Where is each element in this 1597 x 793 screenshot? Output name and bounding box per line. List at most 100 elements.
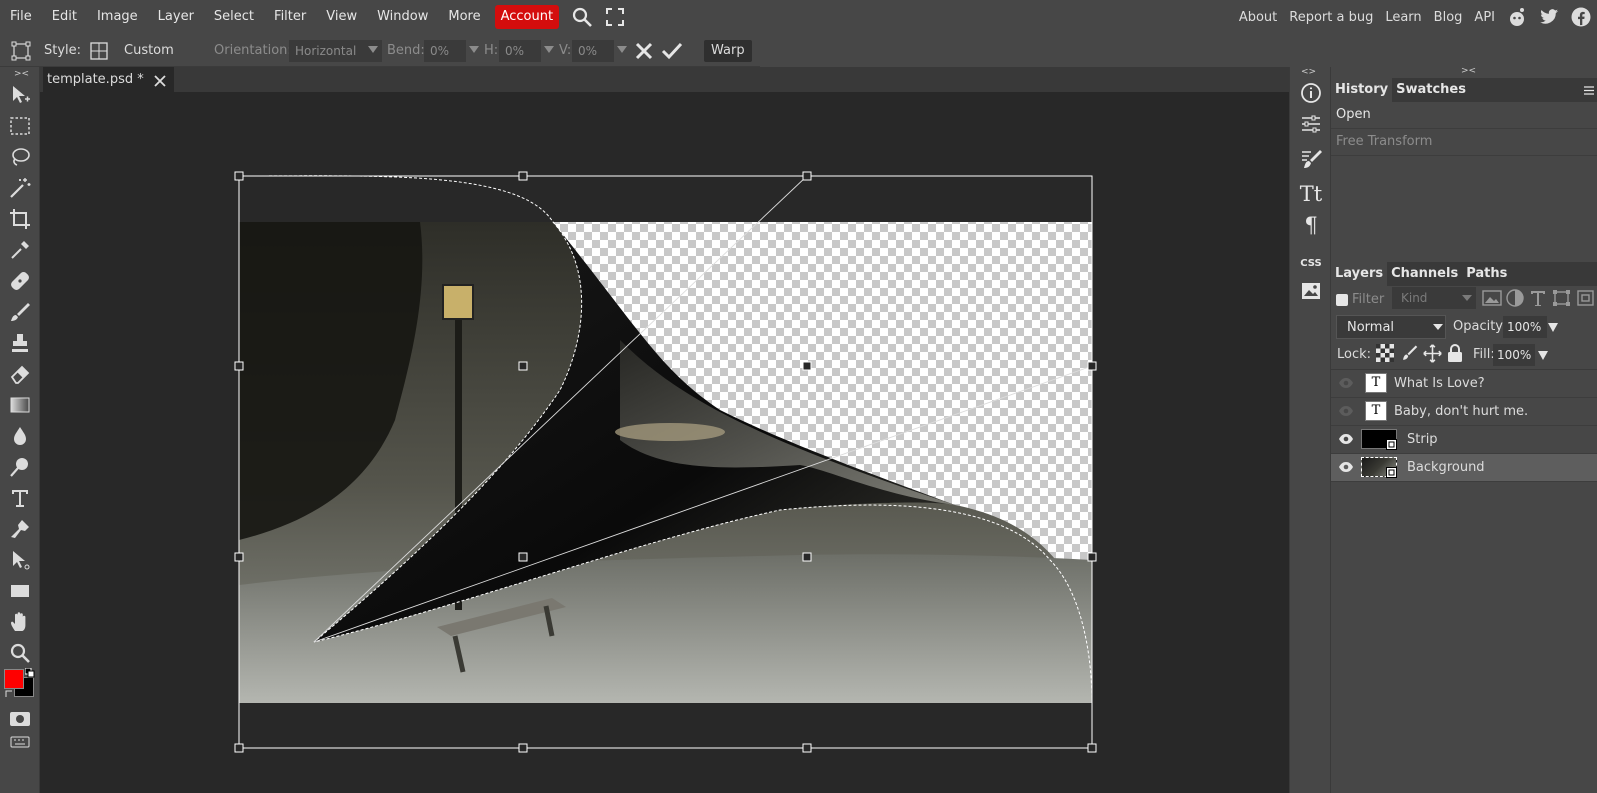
image-panel-icon[interactable] [1299, 279, 1323, 303]
panel-menu-icon[interactable] [1584, 86, 1594, 95]
visibility-eye-icon[interactable] [1338, 433, 1354, 445]
image-filter-icon[interactable] [1482, 290, 1502, 306]
lock-position-icon[interactable] [1423, 344, 1442, 363]
warp-grid-icon[interactable] [90, 42, 108, 60]
menu-image[interactable]: Image [87, 0, 148, 34]
account-button[interactable]: Account [494, 5, 560, 29]
magic-wand-icon[interactable] [8, 176, 32, 200]
report-bug-link[interactable]: Report a bug [1283, 10, 1379, 25]
warp-handle[interactable] [234, 171, 244, 181]
eraser-icon[interactable] [8, 362, 32, 386]
hand-tool-icon[interactable] [8, 610, 32, 634]
panel-collapse-icon[interactable]: >< [14, 69, 29, 79]
fill-dropdown-icon[interactable] [1538, 351, 1548, 360]
kind-dropdown-icon[interactable] [1462, 295, 1472, 301]
eyedropper-icon[interactable] [8, 238, 32, 262]
menu-view[interactable]: View [316, 0, 367, 34]
lock-pixels-icon[interactable] [1400, 344, 1418, 362]
fullscreen-icon[interactable] [605, 7, 625, 27]
tab-layers[interactable]: Layers [1331, 262, 1388, 286]
warp-handle[interactable] [802, 171, 812, 181]
opacity-input[interactable]: 100% [1503, 316, 1547, 338]
warp-handle[interactable] [802, 743, 812, 753]
tab-swatches[interactable]: Swatches [1392, 78, 1470, 102]
warp-handle[interactable] [518, 552, 528, 562]
clone-stamp-icon[interactable] [8, 331, 32, 355]
menu-window[interactable]: Window [367, 0, 438, 34]
expand-collapse-icon[interactable]: <> [1301, 67, 1316, 77]
blog-link[interactable]: Blog [1428, 10, 1469, 25]
foreground-color-swatch[interactable] [4, 669, 24, 689]
smart-object-filter-icon[interactable] [1577, 290, 1594, 306]
keyboard-icon[interactable] [10, 735, 30, 749]
warp-handle[interactable] [518, 743, 528, 753]
tab-channels[interactable]: Channels [1387, 262, 1462, 286]
menu-edit[interactable]: Edit [42, 0, 87, 34]
type-tool-icon[interactable] [8, 486, 32, 510]
history-item[interactable]: Open [1331, 102, 1597, 129]
brush-settings-icon[interactable] [1299, 147, 1323, 171]
h-dropdown-icon[interactable] [544, 46, 554, 53]
history-item[interactable]: Free Transform [1331, 129, 1597, 156]
fill-input[interactable]: 100% [1493, 344, 1535, 366]
document-tab[interactable]: template.psd * [43, 67, 174, 92]
path-select-icon[interactable] [8, 548, 32, 572]
facebook-icon[interactable] [1570, 6, 1592, 28]
menu-filter[interactable]: Filter [264, 0, 316, 34]
search-icon[interactable] [571, 6, 593, 28]
v-input[interactable]: 0% [572, 40, 614, 62]
v-dropdown-icon[interactable] [617, 46, 627, 53]
warp-handle[interactable] [802, 361, 812, 371]
move-tool-icon[interactable] [8, 83, 32, 107]
warp-handle[interactable] [1087, 743, 1097, 753]
shape-filter-icon[interactable] [1553, 290, 1570, 306]
warp-button[interactable]: Warp [704, 40, 752, 62]
close-icon[interactable] [154, 75, 166, 87]
healing-brush-icon[interactable] [8, 269, 32, 293]
menu-more[interactable]: More [438, 0, 490, 34]
cancel-transform-icon[interactable] [634, 41, 654, 61]
style-value[interactable]: Custom [124, 43, 174, 58]
layer-row[interactable]: T What Is Love? [1331, 370, 1597, 398]
about-link[interactable]: About [1233, 10, 1283, 25]
warp-handle[interactable] [1087, 361, 1097, 371]
paragraph-panel-icon[interactable]: ¶ [1299, 213, 1323, 237]
warp-handle[interactable] [234, 743, 244, 753]
h-input[interactable]: 0% [499, 40, 541, 62]
adjustment-filter-icon[interactable] [1506, 289, 1524, 307]
warp-handle[interactable] [518, 361, 528, 371]
warp-handle[interactable] [518, 171, 528, 181]
menu-layer[interactable]: Layer [148, 0, 204, 34]
blur-tool-icon[interactable] [8, 424, 32, 448]
swap-colors-icon[interactable] [4, 689, 14, 699]
blend-mode-select[interactable]: Normal [1336, 315, 1446, 339]
warp-handle[interactable] [234, 361, 244, 371]
orientation-dropdown-icon[interactable] [368, 46, 378, 53]
panel-collapse-icon[interactable]: >< [1461, 66, 1476, 76]
zoom-tool-icon[interactable] [8, 641, 32, 665]
character-panel-icon[interactable]: Tt [1299, 182, 1323, 206]
lasso-tool-icon[interactable] [8, 145, 32, 169]
lock-transparency-icon[interactable] [1376, 344, 1394, 362]
marquee-tool-icon[interactable] [8, 114, 32, 138]
layer-row[interactable]: Background [1331, 454, 1597, 482]
tab-paths[interactable]: Paths [1462, 262, 1511, 286]
lock-all-icon[interactable] [1447, 343, 1463, 363]
pen-tool-icon[interactable] [8, 517, 32, 541]
gradient-tool-icon[interactable] [8, 393, 32, 417]
brush-tool-icon[interactable] [8, 300, 32, 324]
warp-handle[interactable] [234, 552, 244, 562]
warp-handle[interactable] [802, 552, 812, 562]
commit-transform-icon[interactable] [661, 41, 683, 61]
info-icon[interactable] [1299, 81, 1323, 105]
api-link[interactable]: API [1468, 10, 1501, 25]
filter-checkbox[interactable] [1336, 294, 1348, 306]
bend-input[interactable]: 0% [424, 40, 466, 62]
menu-file[interactable]: File [0, 0, 42, 34]
tab-history[interactable]: History [1331, 78, 1393, 102]
canvas[interactable] [40, 92, 1289, 793]
shape-tool-icon[interactable] [8, 579, 32, 603]
learn-link[interactable]: Learn [1379, 10, 1427, 25]
layer-row[interactable]: T Baby, don't hurt me. [1331, 398, 1597, 426]
reddit-icon[interactable] [1506, 6, 1528, 28]
